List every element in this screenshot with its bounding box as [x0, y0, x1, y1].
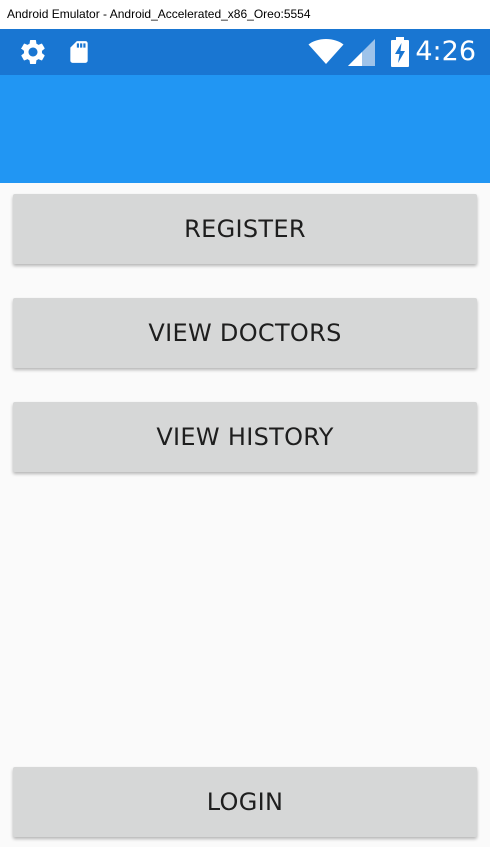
sdcard-icon [66, 38, 92, 71]
login-button[interactable]: LOGIN [13, 767, 477, 837]
wifi-icon [308, 39, 344, 70]
signal-icon [348, 39, 376, 71]
window-title: Android Emulator - Android_Accelerated_x… [0, 0, 490, 29]
view-history-button[interactable]: VIEW HISTORY [13, 402, 477, 472]
app-toolbar [0, 75, 490, 183]
main-content: REGISTER VIEW DOCTORS VIEW HISTORY LOGIN [0, 183, 490, 847]
status-clock: 4:26 [415, 36, 476, 67]
battery-charging-icon [390, 37, 410, 72]
emulator-screen: 4:26 REGISTER VIEW DOCTORS VIEW HISTORY … [0, 29, 490, 847]
view-doctors-button[interactable]: VIEW DOCTORS [13, 298, 477, 368]
register-button[interactable]: REGISTER [13, 194, 477, 264]
gear-icon [18, 37, 48, 72]
status-bar: 4:26 [0, 29, 490, 75]
